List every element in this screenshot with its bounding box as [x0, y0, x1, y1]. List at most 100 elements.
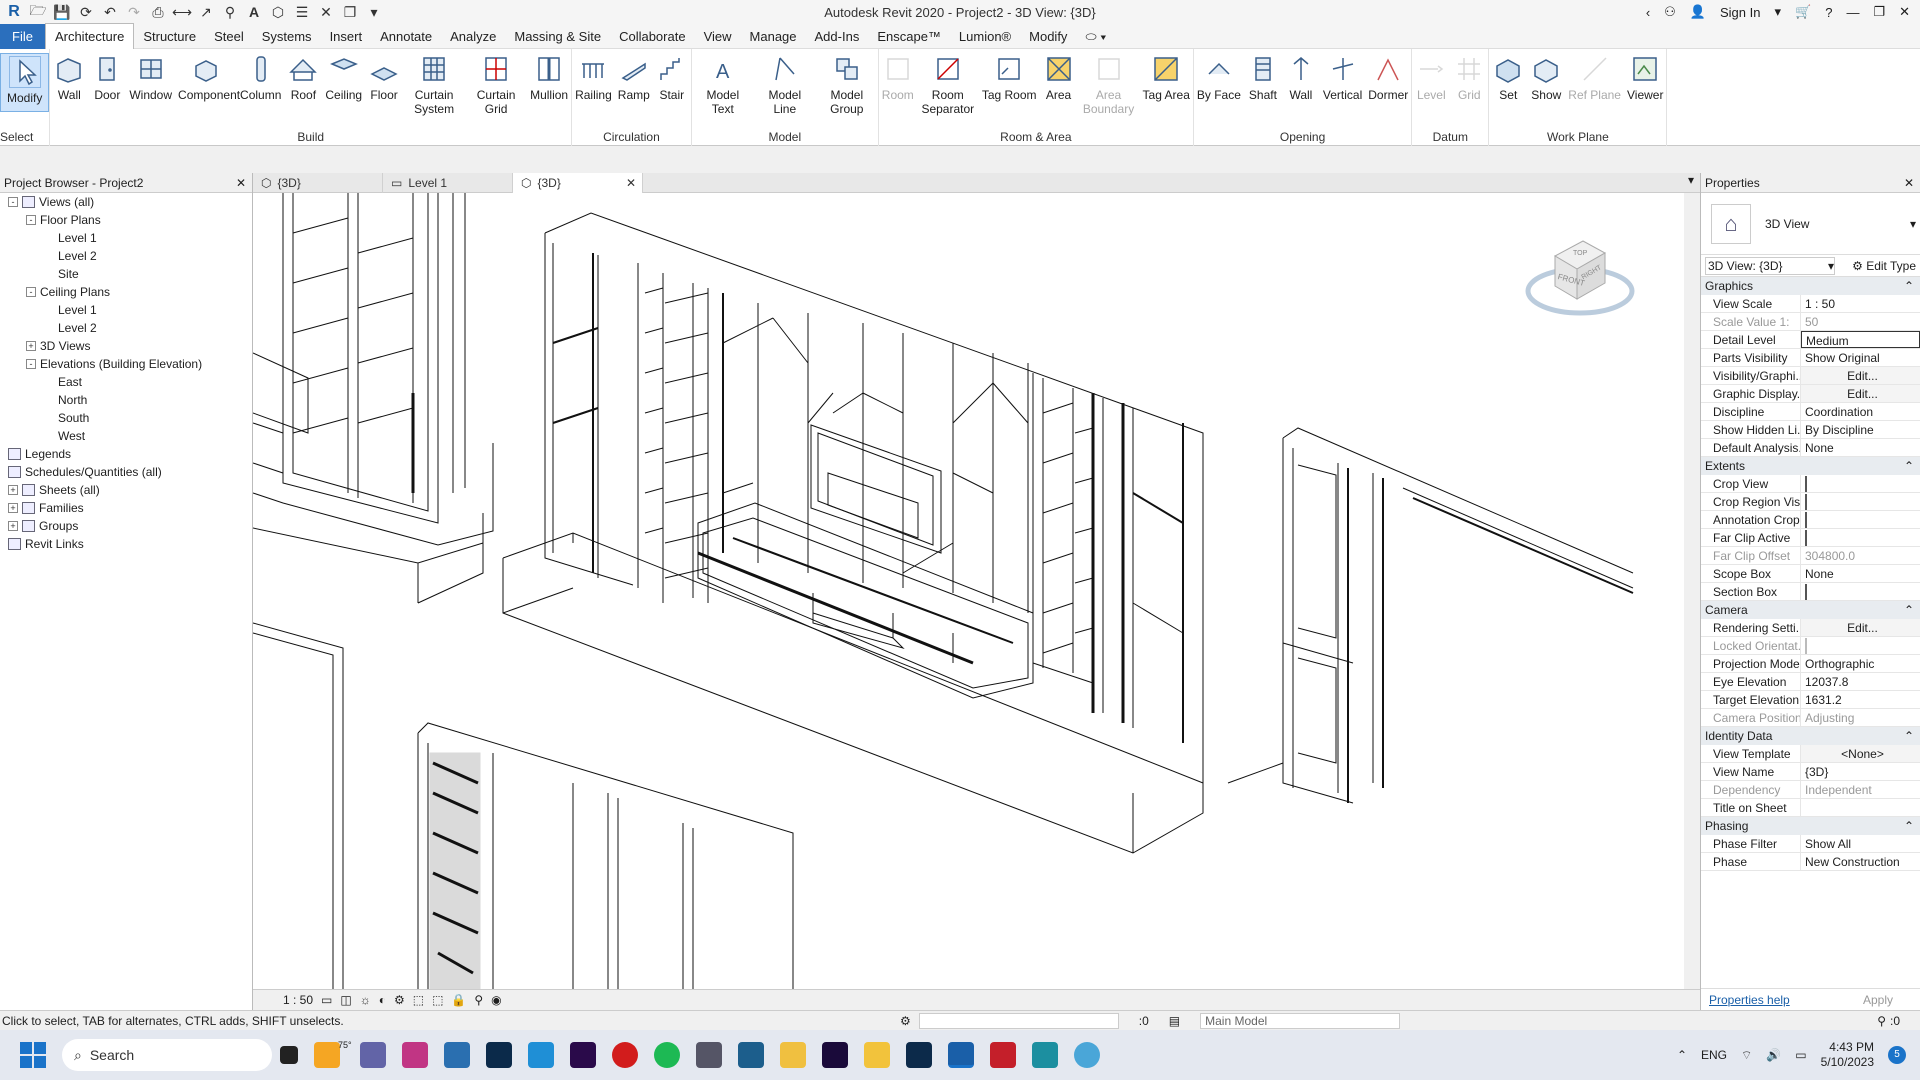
expand-toggle-icon[interactable]: - [26, 215, 36, 225]
tree-item-schedules-quantities-all-[interactable]: Schedules/Quantities (all) [0, 463, 252, 481]
tree-item-south[interactable]: South [0, 409, 252, 427]
design-options-icon[interactable]: ▤ [1169, 1014, 1180, 1028]
app-icon[interactable] [695, 1042, 722, 1068]
tree-item-elevations-building-elevation-[interactable]: - Elevations (Building Elevation) [0, 355, 252, 373]
language-indicator[interactable]: ENG [1701, 1048, 1727, 1062]
after-effects-icon[interactable] [821, 1042, 848, 1068]
prop-value[interactable] [1801, 529, 1920, 546]
prop-value[interactable]: Edit... [1801, 385, 1920, 402]
minimize-button[interactable]: — [1846, 5, 1859, 20]
expand-toggle-icon[interactable]: - [26, 359, 36, 369]
volume-icon[interactable]: 🔊 [1766, 1048, 1781, 1062]
tree-item-north[interactable]: North [0, 391, 252, 409]
tree-item-views-all-[interactable]: - Views (all) [0, 193, 252, 211]
customize-qat-icon[interactable]: ▾ [364, 2, 384, 22]
tree-item-west[interactable]: West [0, 427, 252, 445]
tool-railing-button[interactable]: Railing [572, 53, 615, 102]
task-view-icon[interactable] [280, 1046, 298, 1064]
opera-icon[interactable] [611, 1042, 638, 1068]
switch-windows-icon[interactable]: ❐ [340, 2, 360, 22]
close-icon[interactable]: ✕ [236, 176, 246, 190]
3dsmax-icon[interactable] [1031, 1042, 1058, 1068]
lock-view-icon[interactable]: 🔒 [451, 993, 466, 1007]
prop-value[interactable]: Show Original [1801, 349, 1920, 366]
menu-tab-manage[interactable]: Manage [741, 24, 806, 49]
prop-value[interactable]: Show All [1801, 835, 1920, 852]
tree-item-level-1[interactable]: Level 1 [0, 301, 252, 319]
view-tab-0[interactable]: ⬡ {3D} [253, 173, 383, 193]
main-model-dropdown[interactable]: Main Model [1200, 1012, 1401, 1029]
tool-roof-button[interactable]: Roof [284, 53, 322, 102]
open-icon[interactable]: 🗁 [28, 2, 48, 22]
tool-dormer-button[interactable]: Dormer [1365, 53, 1411, 102]
view-tab-1[interactable]: ▭ Level 1 [383, 173, 513, 193]
tool-model-text-button[interactable]: A Model Text [692, 53, 754, 116]
prop-value[interactable]: 12037.8 [1801, 673, 1920, 690]
autocad-app-icon[interactable] [737, 1042, 764, 1068]
user-icon[interactable]: 👤 [1690, 4, 1706, 20]
prop-section-identity-data[interactable]: Identity Data ⌃ [1701, 727, 1920, 745]
drawing-canvas[interactable]: TOP FRONT RIGHT [253, 193, 1684, 989]
tree-item-level-2[interactable]: Level 2 [0, 247, 252, 265]
visual-style-icon[interactable]: ◫ [340, 993, 351, 1007]
ribbon-options-icon[interactable]: ⬭ ▾ [1076, 24, 1115, 49]
tool-viewer-button[interactable]: Viewer [1624, 53, 1666, 102]
revit-icon[interactable] [947, 1042, 974, 1068]
checkbox[interactable] [1805, 494, 1807, 510]
tool-area-button[interactable]: Area [1040, 53, 1078, 102]
signin-link[interactable]: Sign In [1720, 5, 1760, 20]
prop-value[interactable]: <None> [1801, 745, 1920, 762]
tool-curtain-system-button[interactable]: Curtain System [403, 53, 465, 116]
workset-dropdown[interactable] [918, 1012, 1119, 1029]
menu-tab-massing-site[interactable]: Massing & Site [505, 24, 610, 49]
prop-section-graphics[interactable]: Graphics ⌃ [1701, 277, 1920, 295]
chevron-down-icon[interactable]: ▾ [1774, 4, 1781, 20]
filter-icon[interactable]: ⚲ [1877, 1014, 1886, 1028]
menu-tab-collaborate[interactable]: Collaborate [610, 24, 695, 49]
checkbox[interactable] [1805, 584, 1807, 600]
tool-model-group-button[interactable]: Model Group [816, 53, 878, 116]
menu-tab-view[interactable]: View [695, 24, 741, 49]
save-icon[interactable]: 💾 [52, 2, 72, 22]
prop-value[interactable] [1801, 493, 1920, 510]
restore-button[interactable]: ❐ [1873, 4, 1885, 20]
collapse-icon[interactable]: ⌃ [1904, 601, 1914, 619]
prop-value[interactable] [1801, 583, 1920, 600]
chevron-down-icon[interactable]: ▾ [1910, 217, 1916, 231]
redo-icon[interactable]: ↷ [124, 2, 144, 22]
spotify-icon[interactable] [653, 1042, 680, 1068]
menu-tab-steel[interactable]: Steel [205, 24, 253, 49]
viewcube[interactable]: TOP FRONT RIGHT [1525, 231, 1635, 321]
premiere-icon[interactable] [569, 1042, 596, 1068]
tree-item-ceiling-plans[interactable]: - Ceiling Plans [0, 283, 252, 301]
menu-tab-systems[interactable]: Systems [253, 24, 321, 49]
prop-value[interactable]: Edit... [1801, 619, 1920, 636]
type-selector[interactable]: ⌂ 3D View ▾ [1701, 193, 1920, 255]
tool-column-button[interactable]: Column [237, 53, 284, 102]
prop-value[interactable]: 1 : 50 [1801, 295, 1920, 312]
expand-toggle-icon[interactable]: - [26, 287, 36, 297]
view-tab-2[interactable]: ⬡ {3D} ✕ [513, 173, 643, 193]
expand-toggle-icon[interactable]: - [8, 197, 18, 207]
undo-icon[interactable]: ↶ [100, 2, 120, 22]
checkbox[interactable] [1805, 476, 1807, 492]
prop-value[interactable]: Edit... [1801, 367, 1920, 384]
prop-value[interactable] [1801, 511, 1920, 528]
battery-icon[interactable]: ▭ [1795, 1048, 1806, 1062]
chevron-up-icon[interactable]: ⌃ [1677, 1048, 1687, 1062]
prop-section-camera[interactable]: Camera ⌃ [1701, 601, 1920, 619]
tool-floor-button[interactable]: Floor [365, 53, 403, 102]
prop-value[interactable]: None [1801, 565, 1920, 582]
tool-curtain-grid-button[interactable]: Curtain Grid [465, 53, 527, 116]
sync-icon[interactable]: ⟳ [76, 2, 96, 22]
tool-area-boundary-button[interactable]: Area Boundary [1078, 53, 1140, 116]
tool-set-button[interactable]: Set [1489, 53, 1527, 102]
detail-level-icon[interactable]: ▭ [321, 993, 332, 1007]
vertical-scrollbar[interactable] [1684, 193, 1700, 989]
prop-value[interactable]: Medium [1801, 331, 1920, 348]
revit-logo-icon[interactable]: R [4, 2, 24, 22]
tree-item-site[interactable]: Site [0, 265, 252, 283]
prop-value[interactable]: None [1801, 439, 1920, 456]
tool-by-face-button[interactable]: By Face [1194, 53, 1244, 102]
apply-button[interactable]: Apply [1843, 993, 1913, 1007]
